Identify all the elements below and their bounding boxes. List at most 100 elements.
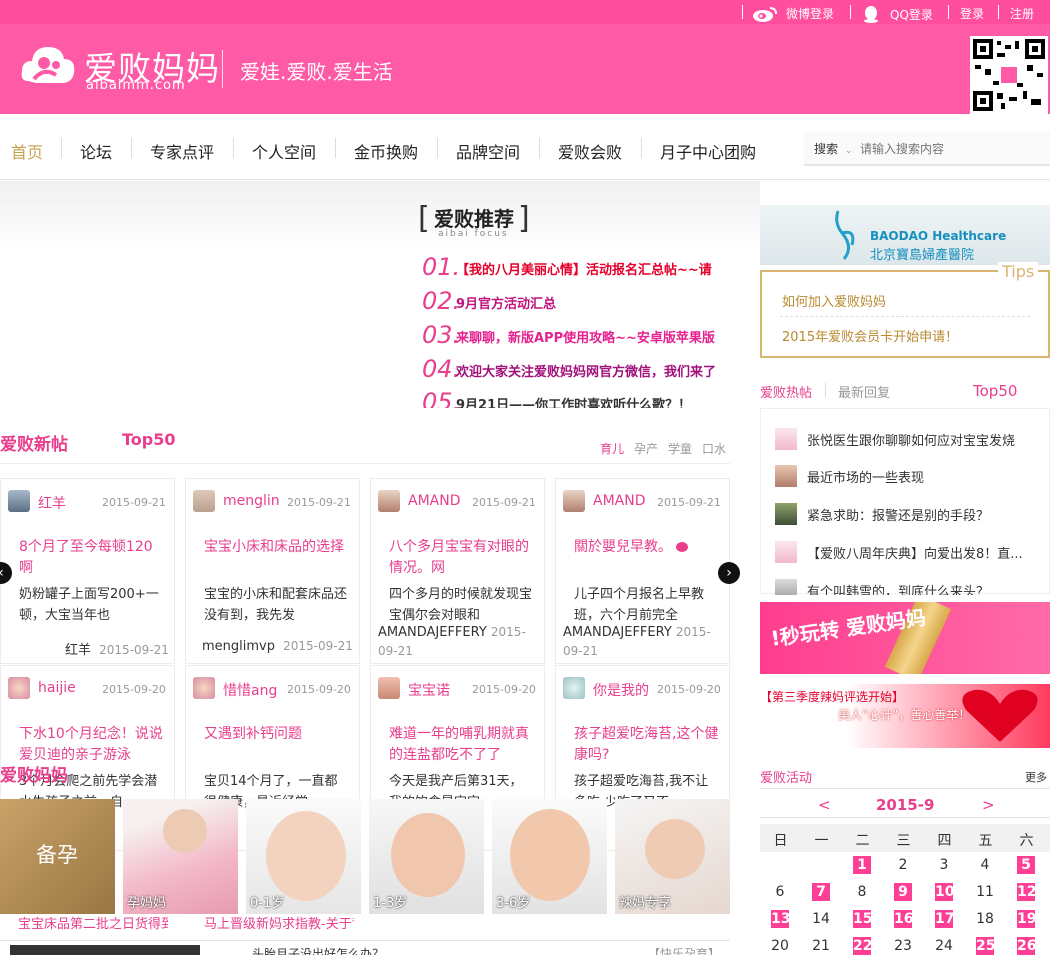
register-link[interactable]: 注册 <box>1010 5 1034 22</box>
nav-item-aibai-meeting[interactable]: 爱败会败 <box>558 139 622 163</box>
calendar-day-event[interactable]: 26 <box>1017 937 1036 955</box>
next-arrow-button[interactable]: › <box>718 562 740 584</box>
post-footer-user[interactable]: 红羊 <box>65 643 91 658</box>
bottom-link[interactable]: 马上晋级新妈求指教-关于背带背带 <box>204 913 354 932</box>
post-title[interactable]: 孩子超爱吃海苔,这个健康吗? <box>574 724 719 766</box>
nav-separator <box>61 138 62 158</box>
hot-post-item[interactable]: 【爱败八周年庆典】向爱出发8！直... <box>775 539 1045 563</box>
post-author[interactable]: AMAND <box>408 493 470 509</box>
post-card[interactable]: AMAND 2015-09-21 關於嬰兒早教。 儿子四个月报名上早教班，六个月… <box>555 478 730 664</box>
qq-login-link[interactable]: QQ登录 <box>862 5 933 23</box>
activity-more-link[interactable]: 更多 <box>1025 769 1047 785</box>
post-card[interactable]: AMAND 2015-09-21 八个多月宝宝有对眼的情况。网 四个多月的时候就… <box>370 478 545 664</box>
calendar-day-event[interactable]: 12 <box>1017 883 1036 901</box>
thumbnail-image <box>775 579 797 595</box>
avatar <box>378 677 400 699</box>
bottom-row-tag[interactable]: 【快乐孕育】 <box>648 945 720 955</box>
hot-top50-link[interactable]: Top50 <box>973 382 1017 400</box>
tips-link[interactable]: 如何加入爱败妈妈 <box>782 291 886 310</box>
nav-item-home[interactable]: 首页 <box>11 139 43 163</box>
calendar-day-event[interactable]: 25 <box>976 937 995 955</box>
post-title[interactable]: 下水10个月纪念！说说爱贝迪的亲子游泳 <box>19 724 164 766</box>
search-type-select[interactable]: 搜索 ⌄ <box>814 140 852 157</box>
post-author[interactable]: AMAND <box>593 493 655 509</box>
login-link[interactable]: 登录 <box>960 5 984 22</box>
recommend-item-partial[interactable]: 05. 9月21日——你工作时喜欢听什么歌？！ <box>422 388 730 408</box>
tab-pregnancy[interactable]: 孕产 <box>634 440 658 457</box>
calendar-day-event[interactable]: 13 <box>771 910 790 928</box>
post-author[interactable]: 惜惜ang <box>223 680 285 700</box>
post-card[interactable]: 红羊 2015-09-21 8个月了至今每顿120啊 奶粉罐子上面写200+一顿… <box>0 478 175 664</box>
site-domain: aibaimm.com <box>86 78 186 93</box>
tab-parenting[interactable]: 育儿 <box>600 440 624 457</box>
recommend-item[interactable]: 01. 【我的八月美丽心情】活动报名汇总帖~~请 <box>422 253 730 285</box>
photo-tile-3-6y[interactable]: 3-6岁 <box>492 799 607 914</box>
photo-tile-hot-mom[interactable]: 辣妈专享 <box>615 799 730 914</box>
promo-banner-hot-mom[interactable]: 【第三季度辣妈评选开始】 美人“心计”，善心善举！ <box>760 684 1050 748</box>
tab-school-child[interactable]: 学童 <box>668 440 692 457</box>
hot-post-item[interactable]: 紧急求助：报警还是别的手段？ <box>775 501 1045 525</box>
calendar-day-event[interactable]: 17 <box>935 910 954 928</box>
tips-link[interactable]: 2015年爱败会员卡开始申请！ <box>782 326 958 345</box>
calendar-day-event[interactable]: 10 <box>935 883 954 901</box>
hot-post-item[interactable]: 最近市场的一些表现 <box>775 463 1045 487</box>
qq-login-label: QQ登录 <box>890 7 933 22</box>
nav-item-expert-review[interactable]: 专家点评 <box>150 139 214 163</box>
post-footer-user[interactable]: AMANDAJEFFERY <box>378 625 487 640</box>
post-title[interactable]: 又遇到补钙问题 <box>204 724 349 766</box>
nav-item-forum[interactable]: 论坛 <box>80 139 112 163</box>
photo-tile-0-1y[interactable]: 0-1岁 <box>246 799 361 914</box>
post-author[interactable]: 宝宝诺 <box>408 680 470 700</box>
tab-chat[interactable]: 口水 <box>702 440 726 457</box>
hospital-name-cn: 北京寶島婦產醫院 <box>870 248 975 263</box>
recommend-item[interactable]: 04. 欢迎大家关注爱败妈妈网官方微信，我们来了 <box>422 355 730 387</box>
hot-post-item[interactable]: 有个叫韩雪的，到底什么来头？ <box>775 577 1045 595</box>
tab-latest-reply[interactable]: 最新回复 <box>838 382 890 401</box>
post-card[interactable]: menglin 2015-09-21 宝宝小床和床品的选择 宝宝的小床和配套床品… <box>185 478 360 664</box>
search-input[interactable] <box>860 138 1046 160</box>
calendar-next-button[interactable]: > <box>982 796 995 814</box>
photo-tile-pre-pregnancy[interactable]: 备孕 <box>0 799 115 914</box>
new-posts-top50-link[interactable]: Top50 <box>122 430 176 449</box>
hot-post-item[interactable]: 张悦医生跟你聊聊如何应对宝宝发烧 <box>775 426 1045 450</box>
post-author[interactable]: menglin <box>223 493 285 509</box>
nav-item-coin-exchange[interactable]: 金币换购 <box>354 139 418 163</box>
calendar-day-event[interactable]: 19 <box>1017 910 1036 928</box>
nav-item-personal-space[interactable]: 个人空间 <box>252 139 316 163</box>
post-title[interactable]: 關於嬰兒早教。 <box>574 537 719 579</box>
post-title[interactable]: 八个多月宝宝有对眼的情况。网 <box>389 537 534 579</box>
post-footer: 红羊 2015-09-21 <box>65 639 169 658</box>
post-title[interactable]: 宝宝小床和床品的选择 <box>204 537 349 579</box>
hospital-ad-banner[interactable]: BAODAO Healthcare 北京寶島婦產醫院 <box>760 205 1050 265</box>
promo-banner-app[interactable]: !秒玩转 爱败妈妈 <box>760 602 1050 674</box>
recommend-item[interactable]: 02. 9月官方活动汇总 <box>422 287 730 319</box>
nav-separator <box>131 138 132 158</box>
calendar-day-event[interactable]: 16 <box>894 910 913 928</box>
post-author[interactable]: 你是我的 <box>593 680 655 700</box>
calendar-day-event[interactable]: 22 <box>853 937 872 955</box>
bottom-row-title[interactable]: 头胎月子没出好怎么办？ <box>252 945 384 955</box>
post-title[interactable]: 难道一年的哺乳期就真的连盐都吃不了了 <box>389 724 534 766</box>
recommend-item[interactable]: 03. 来聊聊，新版APP使用攻略~~安卓版苹果版 <box>422 321 730 353</box>
photo-tile-pregnant-mom[interactable]: 孕妈妈 <box>123 799 238 914</box>
recommend-number: 05. <box>422 388 461 408</box>
post-author[interactable]: 红羊 <box>38 493 100 513</box>
post-footer-date: 2015-09-21 <box>99 643 169 657</box>
calendar-day-event[interactable]: 5 <box>1017 856 1035 874</box>
post-footer-user[interactable]: AMANDAJEFFERY <box>563 625 672 640</box>
weibo-login-link[interactable]: 微博登录 <box>752 5 834 22</box>
nav-item-brand-space[interactable]: 品牌空间 <box>456 139 520 163</box>
tab-hot-posts[interactable]: 爱败热帖 <box>760 382 812 401</box>
calendar-day-event[interactable]: 15 <box>853 910 872 928</box>
bottom-link[interactable]: 宝宝床品第二批之日货得到 <box>18 913 168 932</box>
post-footer-user[interactable]: menglimvp <box>202 639 275 654</box>
nav-item-confinement-group[interactable]: 月子中心团购 <box>660 139 756 163</box>
photo-tile-1-3y[interactable]: 1-3岁 <box>369 799 484 914</box>
post-author[interactable]: haijie <box>38 680 100 696</box>
post-title[interactable]: 8个月了至今每顿120啊 <box>19 537 164 579</box>
calendar-day-event[interactable]: 1 <box>853 856 871 874</box>
site-logo[interactable] <box>20 41 76 95</box>
calendar-day-event[interactable]: 7 <box>812 883 830 901</box>
calendar-day-event[interactable]: 9 <box>894 883 912 901</box>
calendar-prev-button[interactable]: < <box>818 796 831 814</box>
